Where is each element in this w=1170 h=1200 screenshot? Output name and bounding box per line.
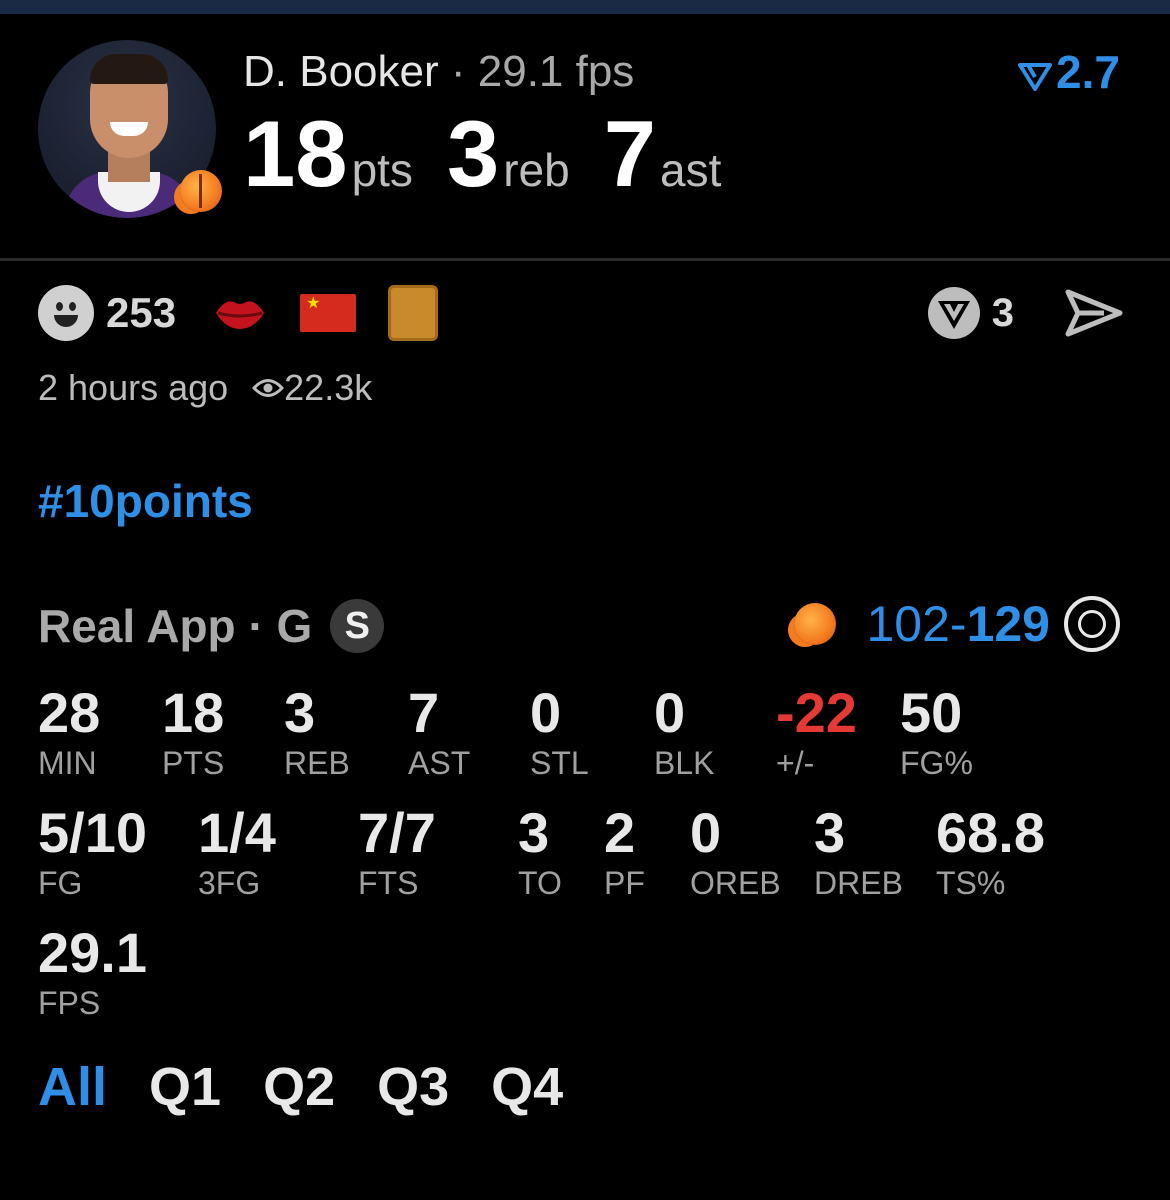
- views-value: 22.3k: [284, 367, 373, 408]
- rebounds-unit: reb: [503, 144, 570, 196]
- tab-q1[interactable]: Q1: [149, 1056, 221, 1118]
- stat-stl: 0 STL: [530, 681, 589, 782]
- stat-plus-minus: -22 +/-: [776, 681, 857, 782]
- china-flag-icon[interactable]: ★: [300, 294, 357, 332]
- stat-blk: 0 BLK: [654, 681, 715, 782]
- header-divider: [0, 258, 1170, 261]
- stat-to: 3 TO: [518, 801, 562, 902]
- headline-stats: 18pts 3reb 7ast: [243, 104, 755, 204]
- stat-3fg: 1/4 3FG: [198, 801, 276, 902]
- stat-fps: 29.1 FPS: [38, 921, 147, 1022]
- score-home: 102: [866, 596, 950, 652]
- stat-oreb: 0 OREB: [690, 801, 781, 902]
- game-source-line: Real App · G S: [38, 598, 385, 654]
- points-value: 18: [243, 101, 348, 206]
- rebounds-value: 3: [446, 101, 500, 206]
- stat-ts-pct: 68.8 TS%: [936, 801, 1045, 902]
- stat-ast: 7 AST: [408, 681, 471, 782]
- player-name: D. Booker: [243, 47, 439, 96]
- lips-icon[interactable]: [214, 293, 266, 333]
- trend-arrow-icon: [1018, 62, 1053, 91]
- stat-fg: 5/10 FG: [38, 801, 147, 902]
- vote-count: 3: [991, 290, 1014, 335]
- stat-reb: 3 REB: [284, 681, 350, 782]
- game-score[interactable]: 102-129: [794, 596, 1120, 652]
- view-count: 22.3k: [252, 366, 372, 410]
- tab-q2[interactable]: Q2: [263, 1056, 335, 1118]
- stat-fg-pct: 50 FG%: [900, 681, 973, 782]
- stat-pf: 2 PF: [604, 801, 645, 902]
- score-away: 129: [966, 596, 1050, 652]
- top-status-bar: [0, 0, 1170, 14]
- tab-q3[interactable]: Q3: [377, 1056, 449, 1118]
- points-unit: pts: [351, 144, 413, 196]
- stat-dreb: 3 DREB: [814, 801, 903, 902]
- stat-fts: 7/7 FTS: [358, 801, 436, 902]
- fps-delta-value: 2.7: [1056, 46, 1120, 98]
- tab-all[interactable]: All: [38, 1056, 107, 1118]
- source-name: Real App: [38, 600, 236, 652]
- suns-logo-icon: [794, 603, 837, 645]
- player-title[interactable]: D. Booker · 29.1 fps: [243, 44, 634, 100]
- post-time: 2 hours ago: [38, 367, 229, 408]
- stat-min: 28 MIN: [38, 681, 101, 782]
- reactions-bar: 253 ★: [38, 284, 439, 342]
- starter-badge: S: [330, 599, 385, 653]
- player-fps: · 29.1 fps: [450, 47, 635, 96]
- score-separator: -: [949, 596, 967, 652]
- assists-unit: ast: [659, 144, 722, 196]
- opponent-logo-icon: [1064, 596, 1120, 652]
- post-meta: 2 hours ago 22.3k: [38, 366, 372, 410]
- tab-q4[interactable]: Q4: [491, 1056, 563, 1118]
- score-text: 102-129: [866, 596, 1050, 652]
- reaction-count: 253: [106, 289, 177, 336]
- fps-delta: 2.7: [1018, 44, 1120, 100]
- send-icon[interactable]: [1064, 288, 1124, 338]
- eye-icon: [252, 379, 285, 397]
- player-position: · G: [248, 600, 313, 652]
- hashtag-link[interactable]: #10points: [38, 474, 253, 528]
- vote-icon[interactable]: [926, 285, 982, 341]
- stat-pts: 18 PTS: [162, 681, 225, 782]
- book-icon[interactable]: [388, 285, 439, 341]
- quarter-tabs: All Q1 Q2 Q3 Q4: [38, 1056, 605, 1118]
- assists-value: 7: [603, 101, 656, 206]
- post-actions: 3: [926, 284, 1124, 342]
- smiley-icon[interactable]: [38, 285, 94, 341]
- suns-team-icon: [180, 170, 222, 212]
